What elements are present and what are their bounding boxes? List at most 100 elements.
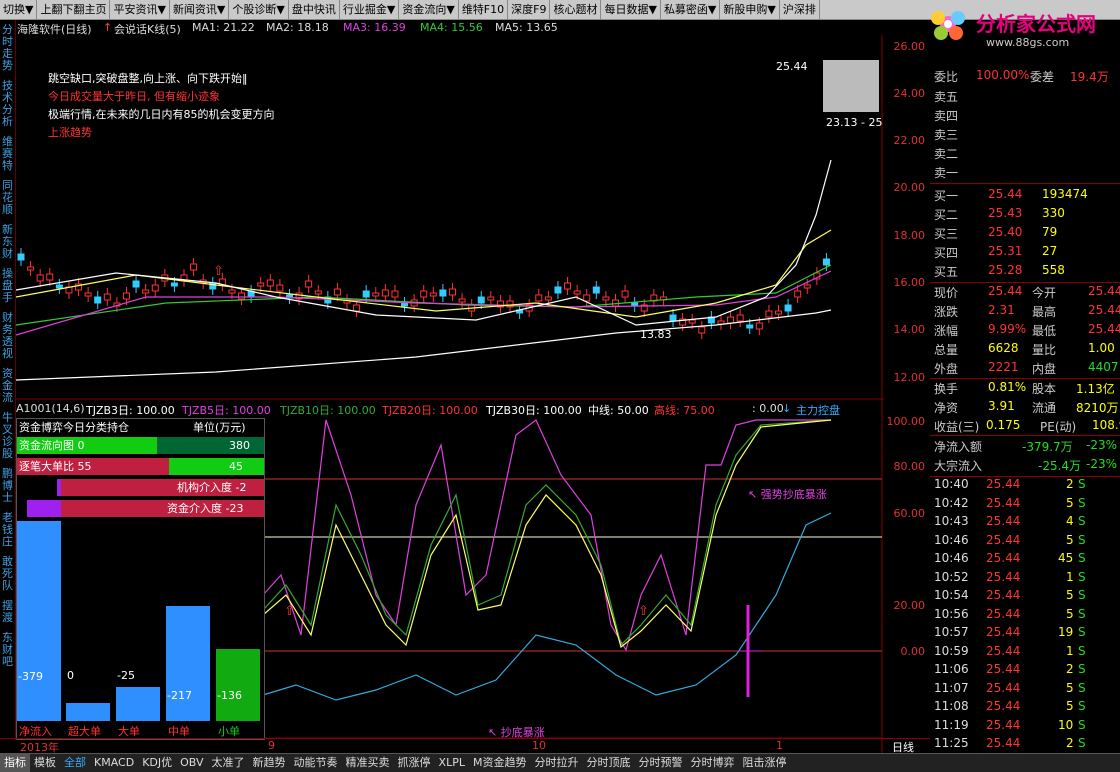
candle <box>381 289 389 297</box>
menu-item-1[interactable]: 上翻下翻主页 <box>37 0 111 19</box>
tab-13[interactable]: 分时拉升 <box>530 754 582 772</box>
left-nav-item-0[interactable]: 分时走势 <box>0 24 15 72</box>
fund-bar-1 <box>66 703 110 721</box>
tick-volume: 1 <box>1066 643 1074 658</box>
tick-volume: 5 <box>1066 680 1074 695</box>
candle <box>592 286 600 294</box>
candle <box>17 253 25 261</box>
tick-volume: 2 <box>1066 477 1074 491</box>
menu-item-9[interactable]: 深度F9 <box>508 0 551 19</box>
fund-row-1: 资金流向图 0 380 <box>17 437 264 454</box>
tick-time: 11:19 <box>934 717 969 732</box>
stat-label: PE(动) <box>1040 420 1077 434</box>
left-vertical-nav: 分时走势技术分析维赛特同花顺新东财操盘手财务透视资金流牛叉诊股鹏博士老钱庄敢死队… <box>0 20 16 740</box>
tab-17[interactable]: 阻击涨停 <box>738 754 790 772</box>
tab-2[interactable]: 全部 <box>60 754 90 772</box>
left-nav-item-2[interactable]: 维赛特 <box>0 136 15 172</box>
stat-label: 今开 <box>1032 286 1057 300</box>
stat-label: 流通 <box>1032 401 1057 415</box>
buy-volume: 79 <box>1042 225 1058 239</box>
tick-volume: 4 <box>1066 514 1074 528</box>
divider <box>930 282 1120 283</box>
buy-price: 25.44 <box>988 187 1023 201</box>
left-nav-item-9[interactable]: 鹏博士 <box>0 468 15 504</box>
divider <box>930 378 1120 379</box>
menu-item-4[interactable]: 个股诊断▼ <box>229 0 289 19</box>
tab-15[interactable]: 分时预警 <box>634 754 686 772</box>
fund-bar-0 <box>17 521 61 721</box>
tick-time: 10:46 <box>934 551 969 565</box>
candle <box>803 284 811 289</box>
tab-9[interactable]: 精准买卖 <box>342 754 394 772</box>
tab-5[interactable]: OBV <box>176 754 207 772</box>
left-nav-item-7[interactable]: 资金流 <box>0 368 15 404</box>
stat-value: 0.81% <box>988 380 1027 394</box>
tick-side: S <box>1078 477 1086 491</box>
bottom-tab-bar: 指标 模板 全部 KMACD KDJ优 OBV 太准了 新趋势 动能节奏 精准买卖 抓涨停 XLPL M… <box>0 753 1120 772</box>
tab-12[interactable]: M资金趋势 <box>469 754 531 772</box>
candle <box>698 326 706 334</box>
tab-11[interactable]: XLPL <box>435 754 469 772</box>
candle <box>544 296 552 301</box>
ind2-name[interactable]: A1001(14,6) <box>16 402 85 415</box>
tab-1[interactable]: 模板 <box>30 754 60 772</box>
buy-label: 买五 <box>934 265 959 279</box>
menu-item-5[interactable]: 盘中快讯 <box>289 0 340 19</box>
left-nav-item-8[interactable]: 牛叉诊股 <box>0 412 15 460</box>
tab-6[interactable]: 太准了 <box>208 754 249 772</box>
tick-side: S <box>1078 606 1086 621</box>
sell-level-2: 卖二 <box>934 147 959 161</box>
fund-bar-value: -25 <box>117 669 135 682</box>
ind2-high: 高线: 75.00 <box>654 404 715 417</box>
tab-16[interactable]: 分时博弈 <box>686 754 738 772</box>
tab-10[interactable]: 抓涨停 <box>394 754 435 772</box>
left-nav-item-12[interactable]: 摆渡 <box>0 600 15 624</box>
tick-time: 11:07 <box>934 680 969 695</box>
fund-bar-2 <box>116 687 160 721</box>
candle <box>257 282 265 287</box>
candle <box>755 322 763 330</box>
left-nav-item-4[interactable]: 新东财 <box>0 224 15 260</box>
price-label: 22.00 <box>893 134 926 147</box>
tab-7[interactable]: 新趋势 <box>249 754 290 772</box>
fund-bar-label: 大单 <box>118 725 140 738</box>
menu-item-8[interactable]: 维特F10 <box>459 0 509 19</box>
menu-item-7[interactable]: 资金流向▼ <box>399 0 459 19</box>
candle <box>314 290 322 295</box>
candle <box>36 274 44 282</box>
tab-14[interactable]: 分时顶底 <box>582 754 634 772</box>
menu-item-3[interactable]: 新闻资讯▼ <box>170 0 230 19</box>
tjzb3-line <box>262 512 832 701</box>
menu-item-10[interactable]: 核心题材 <box>550 0 602 19</box>
stat-label: 外盘 <box>934 362 959 376</box>
left-nav-item-13[interactable]: 东财吧 <box>0 632 15 668</box>
left-nav-item-5[interactable]: 操盘手 <box>0 268 15 304</box>
tick-volume: 5 <box>1066 699 1074 713</box>
menu-item-12[interactable]: 私募密函▼ <box>661 0 721 19</box>
left-nav-item-11[interactable]: 敢死队 <box>0 556 15 592</box>
menu-item-13[interactable]: 新股申购▼ <box>720 0 780 19</box>
menu-item-2[interactable]: 平安资讯▼ <box>110 0 170 19</box>
left-nav-item-6[interactable]: 财务透视 <box>0 312 15 360</box>
menu-item-11[interactable]: 每日数据▼ <box>601 0 661 19</box>
menu-item-6[interactable]: 行业掘金▼ <box>340 0 400 19</box>
stat-value: 8210万 <box>1076 401 1119 415</box>
candle <box>420 290 428 298</box>
tick-price: 25.44 <box>986 495 1021 510</box>
tab-0[interactable]: 指标 <box>0 754 30 772</box>
tab-8[interactable]: 动能节奏 <box>290 754 342 772</box>
left-nav-item-3[interactable]: 同花顺 <box>0 180 15 216</box>
price-label: 16.00 <box>893 276 926 289</box>
indicator-scale-label: 60.00 <box>893 507 926 520</box>
candle <box>132 280 140 288</box>
tick-side: S <box>1078 569 1086 584</box>
left-nav-item-10[interactable]: 老钱庄 <box>0 512 15 548</box>
tab-3[interactable]: KMACD <box>90 754 138 772</box>
menu-item-0[interactable]: 切换▼ <box>0 0 38 19</box>
stat-value: 9.99% <box>988 322 1027 336</box>
tick-time: 10:56 <box>934 606 969 621</box>
tab-4[interactable]: KDJ优 <box>138 754 176 772</box>
left-nav-item-1[interactable]: 技术分析 <box>0 80 15 128</box>
menu-item-14[interactable]: 沪深排 <box>780 0 820 19</box>
candle <box>736 314 744 322</box>
